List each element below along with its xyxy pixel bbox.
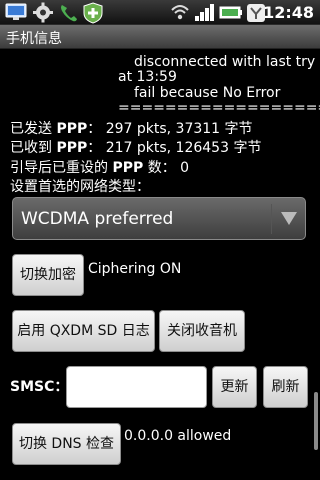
toggle-dns-check-button[interactable]: 切换 DNS 检查 (12, 423, 121, 465)
log-line: ================== (118, 100, 320, 116)
refresh-smsc-button[interactable]: 刷新 (263, 366, 308, 408)
log-line: at 13:59 (118, 69, 177, 85)
button-label: 切换加密 (20, 267, 76, 283)
stat-label: 已发送 (10, 121, 57, 137)
toggle-ciphering-button[interactable]: 切换加密 (12, 254, 84, 296)
button-label: 关闭收音机 (167, 323, 237, 339)
ppp-label: PPP (112, 160, 144, 176)
ppp-label: PPP (56, 140, 88, 156)
battery-icon (219, 6, 242, 19)
ppp-reset-stat: 引导后已重设的 PPP 数： 0 (10, 160, 189, 176)
ppp-sent-stat: 已发送 PPP： 297 pkts, 37311 字节 (10, 121, 253, 137)
clock: 12:48 (263, 3, 314, 22)
button-label: 启用 QXDM SD 日志 (17, 323, 150, 339)
spinner-selected-value: WCDMA preferred (21, 209, 174, 229)
stat-value: ： 217 pkts, 126453 字节 (87, 140, 262, 156)
dropdown-arrow-icon (281, 212, 297, 225)
scrollbar[interactable] (314, 392, 318, 450)
update-smsc-button[interactable]: 更新 (212, 366, 257, 408)
wifi-icon (171, 5, 189, 20)
log-line: fail because No Error (134, 85, 281, 101)
stat-value: ： 297 pkts, 37311 字节 (87, 121, 253, 137)
button-label: 刷新 (271, 379, 300, 395)
enable-qxdm-log-button[interactable]: 启用 QXDM SD 日志 (12, 310, 155, 352)
signal-icon (195, 4, 214, 21)
network-type-spinner[interactable]: WCDMA preferred (12, 197, 306, 240)
title-bar: 手机信息 (0, 25, 320, 49)
usb-debugging-icon (5, 3, 27, 20)
dns-status: 0.0.0.0 allowed (124, 428, 232, 444)
spinner-divider (271, 204, 272, 234)
smsc-label: SMSC： (10, 379, 69, 395)
ciphering-status: Ciphering ON (88, 261, 182, 277)
page-title: 手机信息 (6, 31, 62, 47)
stat-label: 已收到 (10, 140, 57, 156)
phone-call-icon (61, 5, 77, 22)
ppp-received-stat: 已收到 PPP： 217 pkts, 126453 字节 (10, 140, 261, 156)
install-shield-icon (83, 2, 103, 24)
button-label: 更新 (220, 379, 249, 395)
button-label: 切换 DNS 检查 (18, 436, 115, 452)
log-line: disconnected with last try (134, 54, 316, 70)
settings-gear-icon (33, 2, 53, 23)
stat-value: 数： 0 (143, 160, 190, 176)
ppp-label: PPP (56, 121, 88, 137)
network-type-label: 设置首选的网络类型： (10, 179, 150, 195)
status-bar: 12:48 (0, 0, 320, 25)
smsc-input[interactable] (66, 366, 207, 408)
stat-label: 引导后已重设的 (10, 160, 113, 176)
turn-off-radio-button[interactable]: 关闭收音机 (159, 310, 245, 352)
